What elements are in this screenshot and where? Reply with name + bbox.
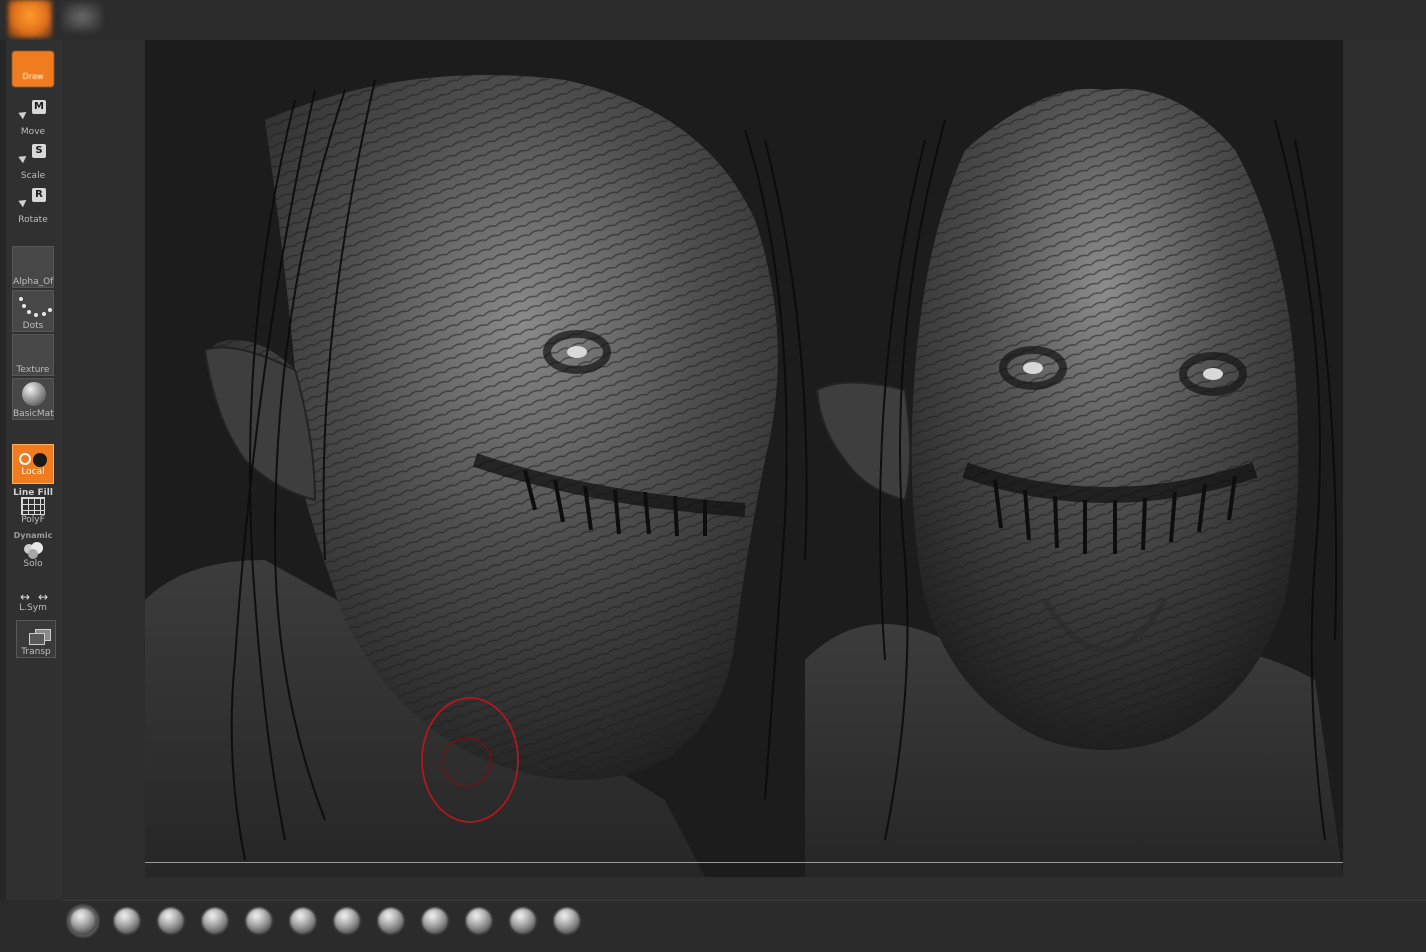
transparency-icon: [29, 629, 51, 645]
edit-mode-icon[interactable]: [62, 2, 102, 32]
move-button[interactable]: M Move: [12, 96, 54, 138]
scale-label: Scale: [20, 171, 46, 181]
rotate-arrow-icon: [18, 196, 29, 208]
right-head-model: [805, 88, 1343, 877]
dots-icon: [19, 297, 23, 301]
brush-3[interactable]: [154, 906, 188, 936]
scale-key: S: [32, 144, 46, 158]
rotate-key: R: [32, 188, 46, 202]
material-selector[interactable]: BasicMat: [12, 378, 54, 420]
brush-sphere-icon: [334, 908, 360, 934]
brush-sphere-icon: [378, 908, 404, 934]
brush-5[interactable]: [242, 906, 276, 936]
brush-sphere-icon: [466, 908, 492, 934]
top-bar: [0, 0, 1426, 40]
draw-button[interactable]: Draw: [12, 51, 54, 87]
move-key: M: [32, 100, 46, 114]
left-head-model: [145, 75, 808, 877]
move-label: Move: [20, 127, 46, 137]
stroke-selector[interactable]: Dots: [12, 290, 54, 332]
draw-mode-icon[interactable]: [8, 0, 52, 38]
transp-button[interactable]: Transp: [16, 620, 56, 658]
brush-9[interactable]: [418, 906, 452, 936]
draw-label: Draw: [22, 72, 44, 81]
texture-label: Texture: [16, 365, 50, 375]
brush-sphere-icon: [290, 908, 316, 934]
material-label: BasicMat: [13, 409, 54, 419]
viewport-canvas[interactable]: [145, 40, 1343, 877]
dynamic-label[interactable]: Dynamic: [12, 531, 54, 540]
polyf-button[interactable]: Line Fill PolyF: [12, 488, 54, 526]
scale-arrow-icon: [18, 152, 29, 164]
transp-label: Transp: [21, 647, 51, 657]
alpha-selector[interactable]: Alpha_Of: [12, 246, 54, 288]
move-arrow-icon: [18, 108, 29, 120]
polyf-label: PolyF: [21, 515, 45, 525]
brush-sphere-icon: [67, 905, 99, 937]
local-button[interactable]: Local: [12, 444, 54, 484]
alpha-label: Alpha_Of: [13, 277, 54, 287]
canvas-bottom-edge: [145, 862, 1343, 863]
brush-1[interactable]: [66, 905, 100, 937]
brush-sphere-icon: [246, 908, 272, 934]
solo-label: Solo: [23, 559, 43, 569]
brush-11[interactable]: [506, 906, 540, 936]
material-sphere-icon: [22, 382, 46, 406]
symmetry-arrows-icon: ↔: [20, 590, 31, 604]
scale-button[interactable]: S Scale: [12, 140, 54, 182]
solo-button[interactable]: Dynamic Solo: [12, 530, 54, 570]
local-label: Local: [21, 467, 45, 477]
brush-sphere-icon: [114, 908, 140, 934]
rotate-button[interactable]: R Rotate: [12, 184, 54, 226]
brush-8[interactable]: [374, 906, 408, 936]
brush-sphere-icon: [202, 908, 228, 934]
rotate-label: Rotate: [18, 215, 48, 225]
local-symmetry-icon: [19, 453, 31, 465]
brush-12[interactable]: [550, 906, 584, 936]
brush-6[interactable]: [286, 906, 320, 936]
brush-sphere-icon: [510, 908, 536, 934]
left-tray-handle[interactable]: [0, 40, 6, 900]
brush-2[interactable]: [110, 906, 144, 936]
texture-selector[interactable]: Texture: [12, 334, 54, 376]
brush-7[interactable]: [330, 906, 364, 936]
lsym-label: L.Sym: [19, 603, 47, 613]
lsym-button[interactable]: ↔ ↔ L.Sym: [12, 576, 54, 614]
polyframe-grid-icon: [21, 497, 45, 515]
brush-10[interactable]: [462, 906, 496, 936]
dots-label: Dots: [22, 321, 44, 331]
brush-sphere-icon: [158, 908, 184, 934]
brush-4[interactable]: [198, 906, 232, 936]
brush-sphere-icon: [422, 908, 448, 934]
sculpt-render: [145, 75, 1343, 877]
brush-sphere-icon: [554, 908, 580, 934]
